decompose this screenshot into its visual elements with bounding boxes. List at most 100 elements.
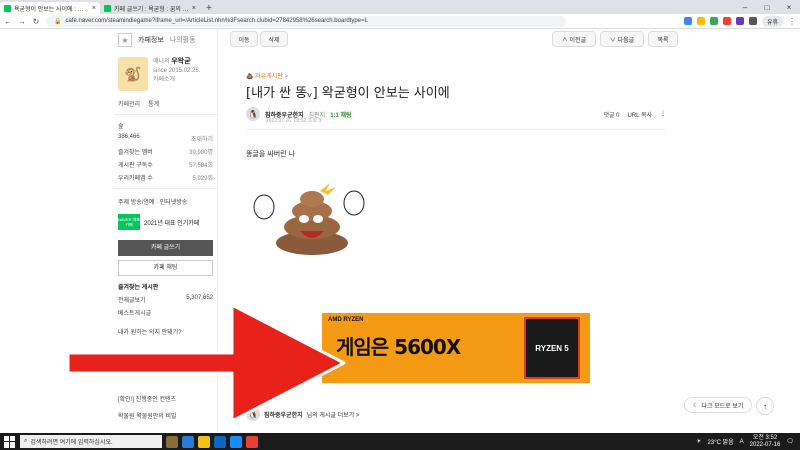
tab-title: 카페 글쓰기 : 욕굳형 : 꿈의 게시판 [114, 6, 189, 13]
post-date: 2022.07.16. 03:52 조회 3 [266, 118, 322, 124]
delete-button[interactable]: 삭제 [260, 31, 288, 47]
stat-value: 39,980명 [189, 150, 213, 156]
ad-banner[interactable]: AMD RYZEN 게임은 5600X RYZEN 5 [322, 313, 590, 383]
minimize-icon[interactable]: – [734, 3, 756, 12]
taskbar: ⌕ 검색하려면 여기에 입력하십시오. ☀ 23°C 맑음 A 오전 3:52 … [0, 433, 800, 450]
extension-icon[interactable] [683, 17, 692, 25]
close-tab-icon[interactable]: × [92, 5, 96, 12]
weather-text[interactable]: 23°C 맑음 [708, 437, 734, 446]
member-row: 386,466 초대하기 [114, 132, 217, 145]
tab-title: 욕굳형이 안보는 사이에 : 네이버 [14, 6, 89, 13]
cafe-chat-button[interactable]: 카페 채팅 [118, 260, 213, 276]
sidebar-tabs: ★ 카페정보 나의활동 [114, 29, 217, 51]
folder-icon[interactable] [198, 435, 210, 448]
prev-post-button[interactable]: ∧ 이전글 [552, 31, 596, 47]
extension-icon[interactable] [709, 17, 718, 25]
tab-cafe-info[interactable]: 카페정보 [138, 35, 164, 45]
maximize-icon[interactable]: □ [756, 3, 778, 12]
stat-row: 게시판 구독수 57,584회 [114, 158, 217, 171]
cafe-since: since 2015.02.26. [153, 68, 201, 74]
profile-button[interactable]: 유휴 [761, 15, 783, 27]
language-indicator[interactable]: A [740, 439, 744, 445]
browser-tabbar: 욕굳형이 안보는 사이에 : 네이버 × 카페 글쓰기 : 욕굳형 : 꿈의 게… [0, 0, 800, 14]
side-links: 카페관리 통계 [114, 97, 217, 110]
taskbar-search[interactable]: ⌕ 검색하려면 여기에 입력하십시오. [20, 435, 162, 448]
chrome-icon[interactable] [246, 435, 258, 448]
move-button[interactable]: 이동 [230, 31, 258, 47]
board-link[interactable]: 💩 자유게시판 > [246, 71, 288, 80]
browser-tab[interactable]: 욕굳형이 안보는 사이에 : 네이버 × [0, 2, 100, 14]
author-row: 🐧 침하중우군한지 침펀지 1:1 채팅 2022.07.16. 03:52 조… [246, 103, 666, 125]
edge-icon[interactable] [182, 435, 194, 448]
stat-label: 즐겨찾는 멤버 [118, 150, 153, 156]
address-bar: ← → ↻ 🔒 cafe.naver.com/steamindiegame?if… [0, 14, 800, 29]
clock-date: 2022-07-16 [749, 441, 781, 448]
stats-link[interactable]: 통계 [148, 99, 159, 108]
new-tab-button[interactable]: + [200, 3, 218, 14]
menu-icon[interactable]: ⋮ [788, 17, 796, 26]
cafe-write-button[interactable]: 카페 글쓰기 [118, 240, 213, 256]
cafe-manage-link[interactable]: 카페관리 [118, 99, 140, 108]
cafe-thumbnail[interactable]: 🐒 [118, 57, 148, 91]
extension-icon[interactable] [696, 17, 705, 25]
url-field[interactable]: 🔒 cafe.naver.com/steamindiegame?iframe_u… [46, 15, 566, 27]
post-toolbar: 이동 삭제 ∧ 이전글 ∨ 다음글 목록 [230, 31, 680, 49]
dark-mode-button[interactable]: ☾ 다크 모드로 보기 [684, 397, 753, 413]
store-icon[interactable] [214, 435, 226, 448]
manager-name[interactable]: 우왁굳 [171, 58, 190, 65]
naver-badge-icon: NAVER 대표카페 [118, 214, 140, 230]
weather-icon[interactable]: ☀ [696, 438, 701, 445]
search-icon: ⌕ [24, 438, 28, 444]
stat-label: 게시판 구독수 [118, 163, 153, 169]
member-count[interactable]: 386,466 [118, 134, 140, 143]
close-tab-icon[interactable]: × [192, 5, 196, 12]
next-post-button[interactable]: ∨ 다음글 [600, 31, 644, 47]
tab-my-activity[interactable]: 나의활동 [170, 35, 196, 45]
stat-row: 즐겨찾는 멤버 39,980명 [114, 145, 217, 158]
avatar[interactable]: 🐧 [246, 107, 260, 121]
moon-icon: ☾ [693, 402, 699, 409]
cafe-intro-link[interactable]: 카페소개 [153, 77, 175, 83]
divider [114, 114, 217, 115]
extension-icon[interactable] [735, 17, 744, 25]
list-button[interactable]: 목록 [648, 31, 678, 47]
cafe-badge: NAVER 대표카페 2021년 대표 인기카페 [114, 210, 217, 234]
scroll-top-button[interactable]: ↑ [756, 397, 774, 415]
stat-row: 우리카페앱 수 5,929회 [114, 171, 217, 184]
windows-start-icon[interactable] [4, 435, 16, 448]
stat-value: 57,584회 [189, 163, 213, 169]
naver-favicon-icon [104, 4, 111, 12]
back-icon[interactable]: ← [4, 17, 12, 26]
star-icon[interactable]: ★ [118, 33, 132, 47]
reload-icon[interactable]: ↻ [32, 17, 40, 26]
post-title: [내가 싼 똥ᵥ] 왁굳형이 안보는 사이에 [246, 86, 450, 101]
notification-icon[interactable]: 🗨 [786, 438, 794, 445]
chat-link[interactable]: 1:1 채팅 [330, 110, 351, 119]
red-arrow-overlay [66, 303, 346, 423]
extension-icon[interactable] [722, 17, 731, 25]
more-icon[interactable]: ⋮ [660, 110, 666, 119]
cafe-theme: 주제 방송/연예 · 인터넷방송 [118, 200, 188, 206]
poop-image [253, 183, 365, 255]
vs-code-icon[interactable] [230, 435, 242, 448]
clock[interactable]: 오전 3:52 2022-07-16 [750, 435, 781, 449]
lock-icon: 🔒 [54, 18, 62, 25]
task-view-icon[interactable] [166, 435, 178, 448]
comment-count[interactable]: 댓글 0 [603, 110, 619, 119]
fav-boards-heading: 즐겨찾는 게시판 [118, 285, 159, 291]
invite-link[interactable]: 초대하기 [191, 134, 213, 143]
extension-icon[interactable] [748, 17, 757, 25]
level-label: 숲 [118, 124, 124, 130]
cafe-profile: 🐒 매니저 우왁굳 since 2015.02.26. 카페소개 [114, 51, 217, 97]
post-meta: 댓글 0 URL 복사 ⋮ [603, 110, 666, 119]
browser-tab[interactable]: 카페 글쓰기 : 욕굳형 : 꿈의 게시판 × [100, 2, 200, 14]
divider [114, 188, 217, 189]
close-window-icon[interactable]: × [778, 3, 800, 12]
system-tray: ☀ 23°C 맑음 A 오전 3:52 2022-07-16 🗨 [696, 435, 800, 449]
cafe-meta: 매니저 우왁굳 since 2015.02.26. 카페소개 [153, 57, 200, 91]
post-body: 똥글을 싸버린 나 [246, 151, 295, 158]
forward-icon[interactable]: → [18, 17, 26, 26]
page: ★ 카페정보 나의활동 🐒 매니저 우왁굳 since 2015.02.26. … [0, 29, 800, 433]
stat-label: 우리카페앱 수 [118, 176, 153, 182]
url-copy-button[interactable]: URL 복사 [628, 110, 653, 119]
